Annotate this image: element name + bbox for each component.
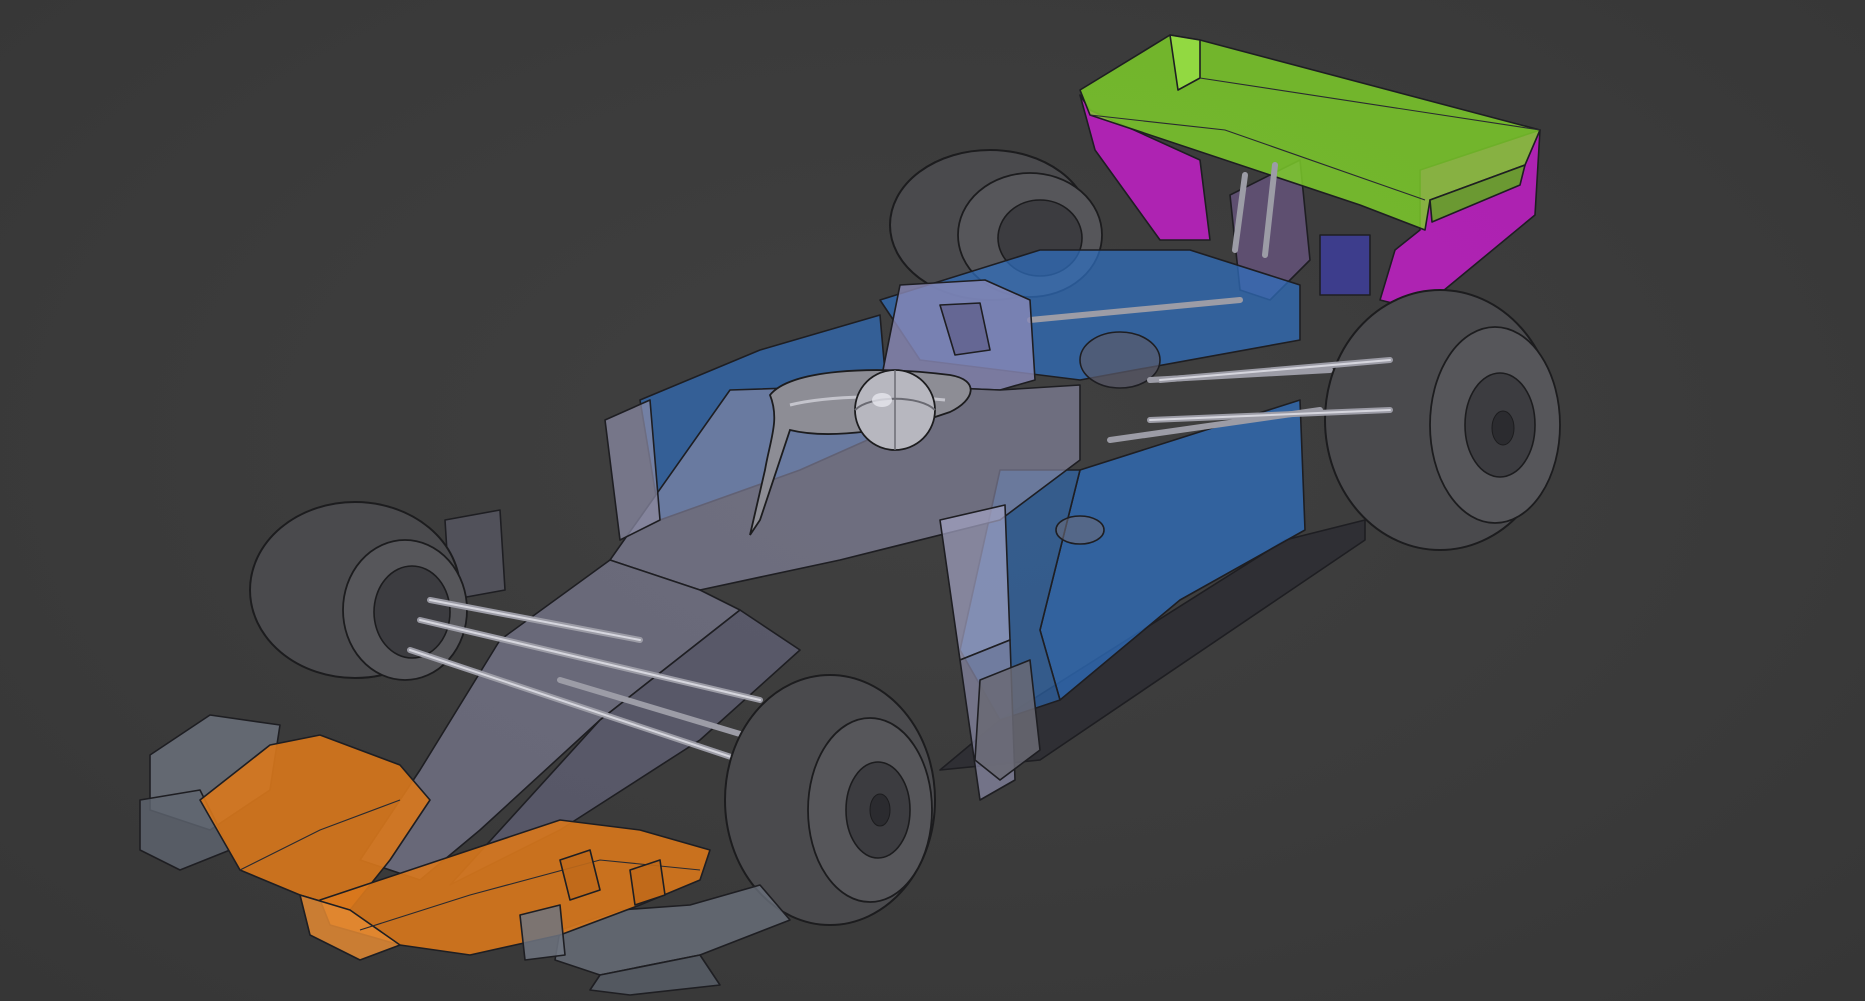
- driver-helmet: [854, 369, 936, 451]
- rear-crash-block: [1319, 234, 1371, 296]
- turning-vane-right: [974, 659, 1041, 781]
- tire-front-left[interactable]: [249, 501, 468, 681]
- bargeboard-left: [604, 399, 661, 541]
- car-model-render[interactable]: [0, 0, 1865, 1001]
- chassis[interactable]: [359, 384, 1081, 886]
- bargeboard-right: [939, 504, 1011, 661]
- tire-rear-right[interactable]: [1324, 289, 1561, 551]
- 3d-viewport[interactable]: [0, 0, 1865, 1001]
